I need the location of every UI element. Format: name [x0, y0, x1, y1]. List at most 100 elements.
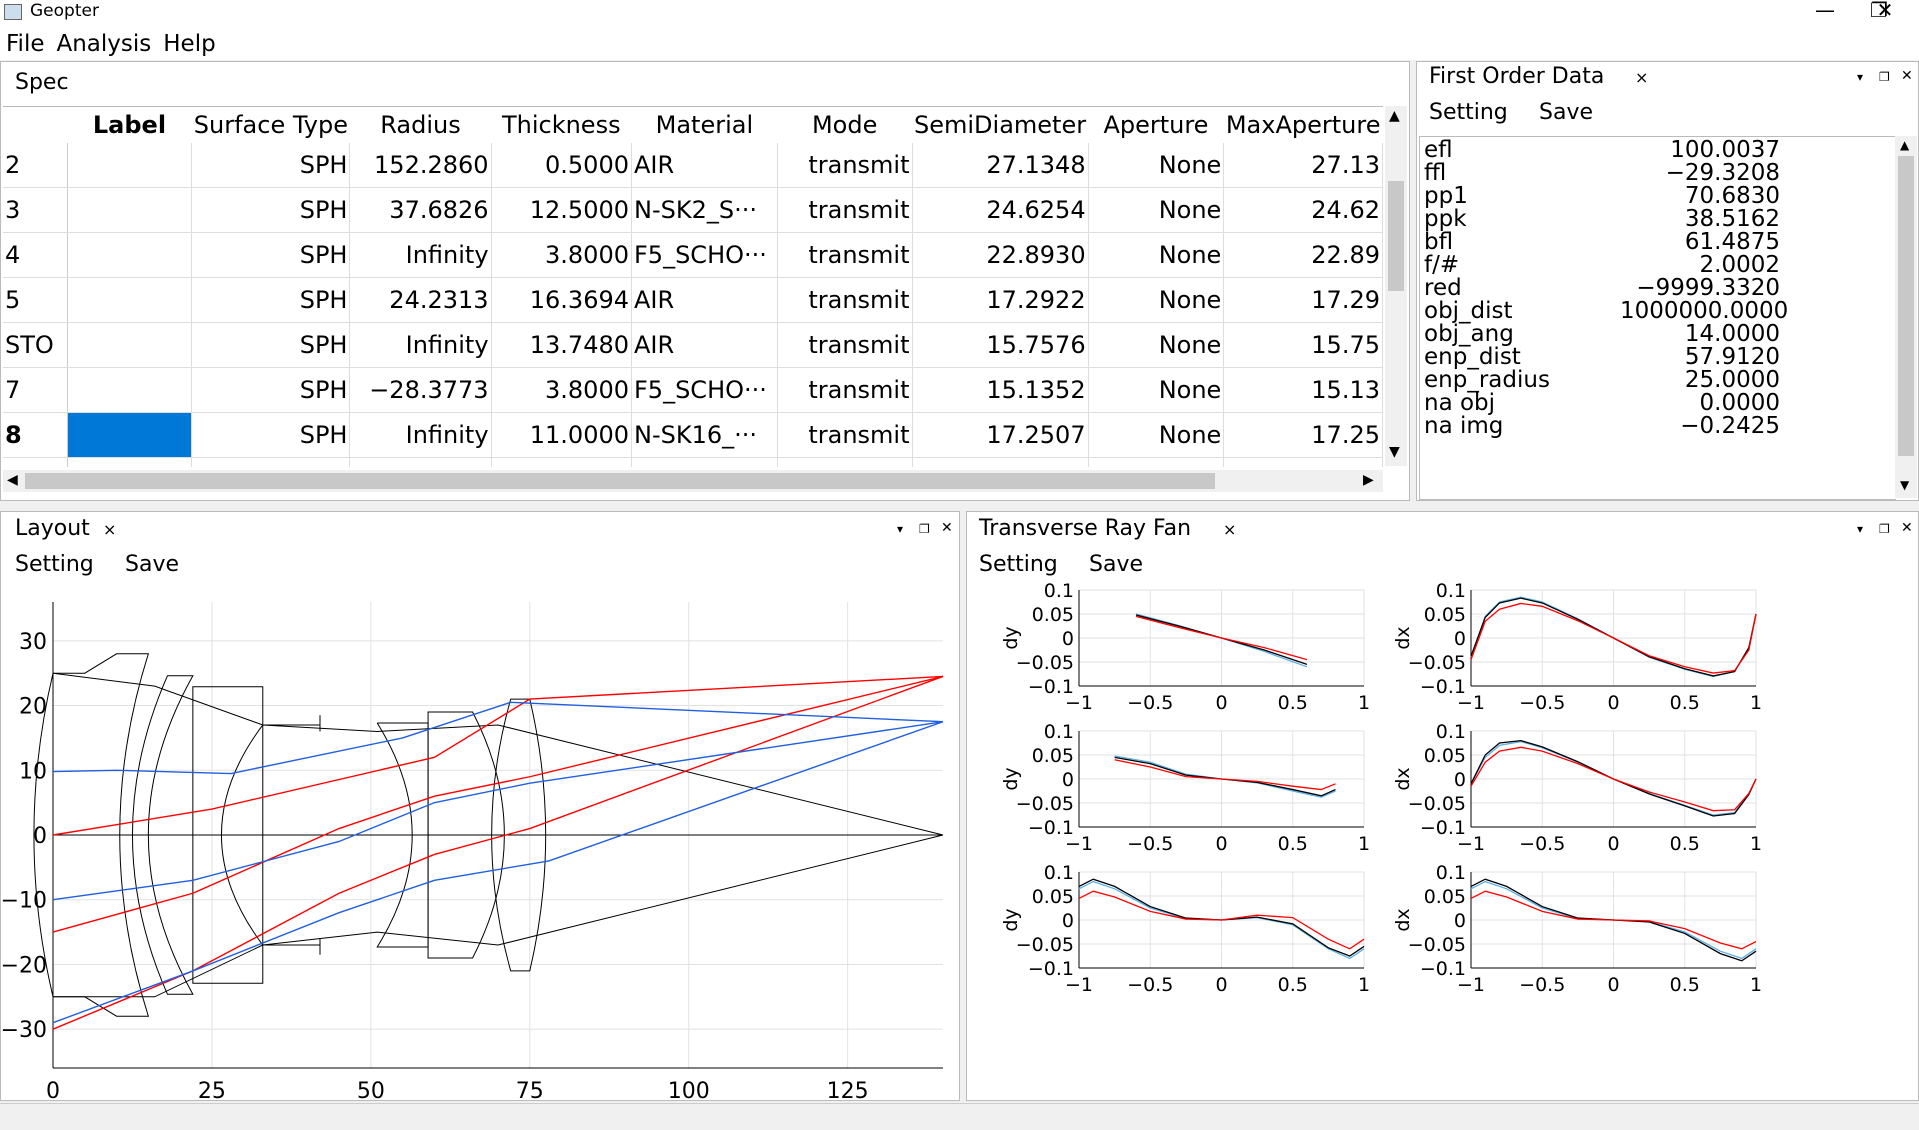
cell-material[interactable]: AIR — [631, 322, 778, 368]
cell-thickness[interactable]: 0.5000 — [491, 457, 633, 467]
fan-setting-menu[interactable]: Setting — [979, 552, 1058, 577]
table-row[interactable]: STO SPH Infinity 13.7480 AIR transmit 15.7576 N… — [3, 322, 1383, 368]
cell-material[interactable]: F5_SCHO··· — [631, 367, 778, 413]
cell-aperture[interactable]: None — [1088, 457, 1225, 467]
float-panel-icon[interactable]: ❐ — [1879, 522, 1890, 536]
cell-material[interactable]: AIR — [631, 457, 778, 467]
row-header[interactable]: 7 — [3, 367, 68, 413]
fo-vertical-scrollbar[interactable]: ▲ ▼ — [1895, 136, 1917, 498]
cell-thickness[interactable]: 13.7480 — [491, 322, 633, 368]
close-tab-icon[interactable]: × — [103, 520, 116, 539]
cell-aperture[interactable]: None — [1088, 232, 1225, 278]
cell-label[interactable] — [67, 457, 193, 467]
cell-maxaperture[interactable]: 15.13 — [1223, 367, 1383, 413]
close-window-button[interactable]: ✕ — [1862, 0, 1908, 24]
cell-maxaperture[interactable]: 24.62 — [1223, 187, 1383, 233]
cell-material[interactable]: N-SK16_··· — [631, 412, 778, 458]
row-header[interactable]: 9 — [3, 457, 68, 467]
cell-surface-type[interactable]: SPH — [191, 143, 351, 188]
layout-save-menu[interactable]: Save — [125, 552, 179, 577]
col-header-material[interactable]: Material — [632, 107, 778, 143]
cell-maxaperture[interactable]: 27.13 — [1223, 143, 1383, 188]
col-header-mode[interactable]: Mode — [777, 107, 912, 143]
cell-semidiameter[interactable]: 22.8930 — [912, 232, 1089, 278]
fo-save-menu[interactable]: Save — [1539, 100, 1593, 125]
cell-material[interactable]: F5_SCHO··· — [631, 232, 778, 278]
close-tab-icon[interactable]: × — [1635, 68, 1648, 87]
col-header-thickness[interactable]: Thickness — [491, 107, 631, 143]
menu-help[interactable]: Help — [157, 24, 221, 64]
float-panel-icon[interactable]: ❐ — [919, 522, 930, 536]
cell-semidiameter[interactable]: 15.7576 — [912, 322, 1089, 368]
cell-thickness[interactable]: 3.8000 — [491, 232, 633, 278]
cell-thickness[interactable]: 12.5000 — [491, 187, 633, 233]
cell-semidiameter[interactable]: 17.2922 — [912, 277, 1089, 323]
cell-maxaperture[interactable]: 22.89 — [1223, 232, 1383, 278]
col-header-aperture[interactable]: Aperture — [1088, 107, 1224, 143]
cell-aperture[interactable]: None — [1088, 322, 1225, 368]
cell-radius[interactable]: Infinity — [349, 412, 492, 458]
cell-material[interactable]: AIR — [631, 143, 778, 188]
cell-thickness[interactable]: 0.5000 — [491, 143, 633, 188]
cell-semidiameter[interactable]: 27.1348 — [912, 143, 1089, 188]
menu-file[interactable]: File — [0, 24, 51, 64]
cell-label[interactable] — [67, 187, 193, 233]
cell-maxaperture[interactable]: 17.25 — [1223, 412, 1383, 458]
row-header[interactable]: 8 — [3, 412, 68, 458]
scroll-up-arrow-icon[interactable]: ▲ — [1389, 108, 1400, 124]
col-header-maxaperture[interactable]: MaxAperture — [1224, 107, 1383, 143]
cell-mode[interactable]: transmit — [777, 412, 913, 458]
cell-surface-type[interactable]: SPH — [191, 232, 351, 278]
spec-horizontal-scrollbar[interactable]: ◀ ▶ — [3, 470, 1383, 492]
scroll-up-arrow-icon[interactable]: ▲ — [1900, 138, 1909, 152]
cell-surface-type[interactable]: SPH — [191, 412, 351, 458]
cell-mode[interactable]: transmit — [777, 457, 913, 467]
cell-label[interactable] — [67, 277, 193, 323]
cell-label[interactable] — [67, 412, 193, 458]
cell-thickness[interactable]: 16.3694 — [491, 277, 633, 323]
panel-menu-icon[interactable]: ▾ — [1857, 70, 1863, 84]
float-panel-icon[interactable]: ❐ — [1879, 70, 1890, 84]
cell-surface-type[interactable]: SPH — [191, 187, 351, 233]
cell-maxaperture[interactable]: 15.75 — [1223, 322, 1383, 368]
menu-analysis[interactable]: Analysis — [51, 24, 158, 64]
cell-mode[interactable]: transmit — [777, 277, 913, 323]
panel-menu-icon[interactable]: ▾ — [1857, 522, 1863, 536]
cell-label[interactable] — [67, 143, 193, 188]
cell-thickness[interactable]: 3.8000 — [491, 367, 633, 413]
cell-surface-type[interactable]: SPH — [191, 457, 351, 467]
table-row[interactable]: 3 SPH 37.6826 12.5000 N-SK2_S··· transmit 24.6… — [3, 187, 1383, 233]
cell-semidiameter[interactable]: 18.9267 — [912, 457, 1089, 467]
cell-radius[interactable]: 24.2313 — [349, 277, 492, 323]
panel-menu-icon[interactable]: ▾ — [897, 522, 903, 536]
cell-thickness[interactable]: 11.0000 — [491, 412, 633, 458]
cell-radius[interactable]: Infinity — [349, 322, 492, 368]
cell-radius[interactable]: −37.9255 — [349, 457, 492, 467]
cell-mode[interactable]: transmit — [777, 187, 913, 233]
cell-semidiameter[interactable]: 15.1352 — [912, 367, 1089, 413]
cell-mode[interactable]: transmit — [777, 367, 913, 413]
close-panel-icon[interactable]: ✕ — [1901, 68, 1913, 84]
row-header[interactable]: 3 — [3, 187, 68, 233]
cell-radius[interactable]: 152.2860 — [349, 143, 492, 188]
col-header-surface-type[interactable]: Surface Type — [192, 107, 350, 143]
cell-aperture[interactable]: None — [1088, 187, 1225, 233]
table-row[interactable]: 5 SPH 24.2313 16.3694 AIR transmit 17.2922 None… — [3, 277, 1383, 323]
cell-radius[interactable]: −28.3773 — [349, 367, 492, 413]
table-row[interactable]: 2 SPH 152.2860 0.5000 AIR transmit 27.1348 None… — [3, 143, 1383, 188]
row-header[interactable]: STO — [3, 322, 68, 368]
row-header[interactable]: 2 — [3, 143, 68, 188]
cell-maxaperture[interactable]: 18.92 — [1223, 457, 1383, 467]
cell-label[interactable] — [67, 322, 193, 368]
scroll-right-arrow-icon[interactable]: ▶ — [1363, 472, 1374, 488]
close-tab-icon[interactable]: × — [1223, 520, 1236, 539]
cell-aperture[interactable]: None — [1088, 277, 1225, 323]
scroll-down-arrow-icon[interactable]: ▼ — [1389, 444, 1400, 460]
cell-mode[interactable]: transmit — [777, 143, 913, 188]
table-row[interactable]: 9 SPH−37.92550.5000AIRtransmit18.9267None… — [3, 457, 1383, 467]
cell-mode[interactable]: transmit — [777, 232, 913, 278]
h-scroll-thumb[interactable] — [25, 473, 1215, 489]
cell-surface-type[interactable]: SPH — [191, 367, 351, 413]
scroll-left-arrow-icon[interactable]: ◀ — [7, 472, 18, 488]
col-header-radius[interactable]: Radius — [350, 107, 491, 143]
